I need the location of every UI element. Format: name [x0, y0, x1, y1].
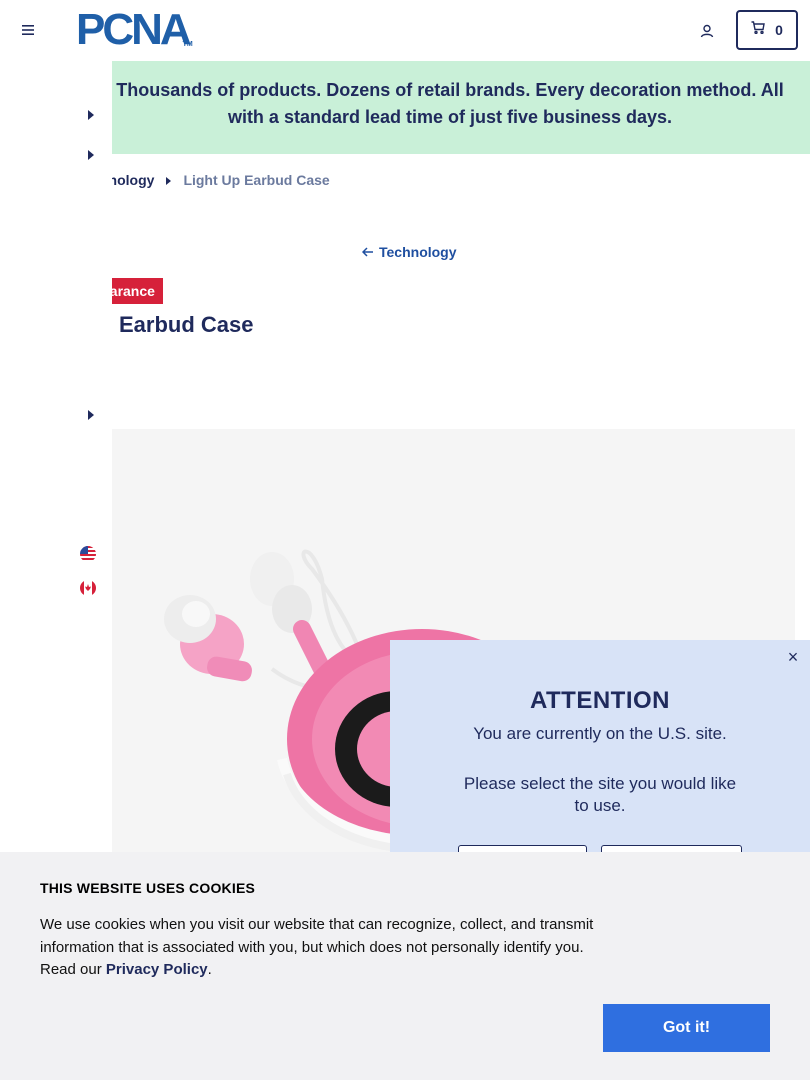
cookie-banner: THIS WEBSITE USES COOKIES We use cookies… — [0, 852, 810, 1080]
hamburger-icon[interactable] — [18, 20, 38, 40]
breadcrumb-current: Light Up Earbud Case — [183, 172, 330, 188]
site-header: PCNA TM 0 — [0, 0, 810, 61]
modal-message-current-site: You are currently on the U.S. site. — [473, 724, 727, 743]
back-to-category-link[interactable]: Technology — [361, 244, 457, 260]
breadcrumb: nnology Light Up Earbud Case — [100, 172, 330, 188]
caret-right-icon[interactable] — [88, 147, 94, 160]
arrow-left-icon — [361, 244, 374, 260]
cookie-title: THIS WEBSITE USES COOKIES — [40, 880, 256, 896]
left-menu-strip — [0, 61, 112, 852]
cart-count: 0 — [775, 22, 783, 38]
back-link-label: Technology — [379, 244, 457, 260]
promo-banner-text: Thousands of products. Dozens of retail … — [116, 80, 784, 127]
close-icon[interactable]: × — [786, 648, 800, 666]
account-icon[interactable] — [696, 20, 718, 42]
cookie-body: We use cookies when you visit our websit… — [40, 914, 600, 982]
cart-icon — [751, 21, 765, 39]
cookie-period: . — [207, 961, 212, 978]
logo-tm: TM — [182, 41, 193, 48]
cookie-accept-button[interactable]: Got it! — [603, 1004, 770, 1052]
us-flag-icon[interactable] — [80, 546, 96, 562]
caret-right-icon[interactable] — [88, 407, 94, 420]
cart-button[interactable]: 0 — [736, 10, 798, 50]
promo-banner: Thousands of products. Dozens of retail … — [0, 61, 810, 154]
modal-message-select-site: Please select the site you would like to… — [463, 774, 737, 815]
canada-flag-icon[interactable] — [80, 580, 96, 596]
caret-right-icon — [166, 172, 172, 188]
caret-right-icon[interactable] — [88, 107, 94, 120]
modal-title: ATTENTION — [529, 687, 671, 714]
region-select-modal: × ATTENTION You are currently on the U.S… — [390, 640, 810, 875]
logo-text: PCNA — [76, 5, 192, 54]
pcna-logo[interactable]: PCNA TM — [76, 8, 193, 52]
privacy-policy-link[interactable]: Privacy Policy — [106, 961, 208, 978]
page: PCNA TM 0 Thousands of products. Dozens … — [0, 0, 810, 1080]
product-title: Earbud Case — [119, 312, 254, 337]
